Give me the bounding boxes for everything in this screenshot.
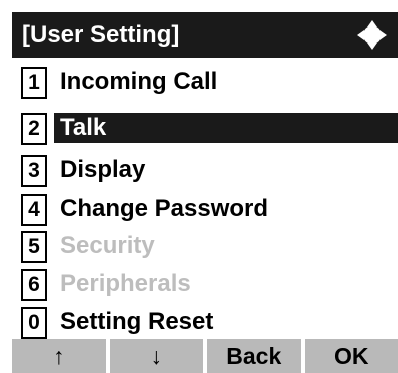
menu-item-label: Security bbox=[60, 232, 155, 259]
menu-item-incoming-call[interactable]: 1 Incoming Call bbox=[12, 64, 398, 100]
menu-item-number: 3 bbox=[21, 155, 47, 187]
menu-item-security: 5 Security bbox=[12, 228, 398, 264]
phone-display: [User Setting] 1 Incoming Call 2 Talk 3 … bbox=[12, 12, 398, 373]
menu-item-number: 2 bbox=[21, 113, 47, 145]
screen-title: [User Setting] bbox=[22, 21, 180, 48]
menu-item-label: Display bbox=[60, 156, 146, 183]
back-softkey[interactable]: Back bbox=[207, 339, 301, 373]
menu-item-display[interactable]: 3 Display bbox=[12, 152, 398, 188]
ok-softkey[interactable]: OK bbox=[304, 339, 398, 373]
softkey-bar: ↑ ↓ Back OK bbox=[12, 339, 398, 373]
menu-item-label: Change Password bbox=[60, 195, 269, 222]
menu-item-number: 6 bbox=[21, 269, 47, 301]
menu-item-setting-reset[interactable]: 0 Setting Reset bbox=[12, 304, 398, 340]
menu-item-label: Setting Reset bbox=[60, 308, 214, 335]
title-bar: [User Setting] bbox=[12, 12, 398, 58]
menu-item-label: Incoming Call bbox=[60, 68, 218, 95]
menu-item-change-password[interactable]: 4 Change Password bbox=[12, 191, 398, 227]
menu-item-number: 1 bbox=[21, 67, 47, 99]
menu-item-number: 5 bbox=[21, 231, 47, 263]
menu-item-label: Talk bbox=[54, 113, 398, 143]
up-arrow-softkey[interactable]: ↑ bbox=[12, 339, 106, 373]
down-arrow-softkey[interactable]: ↓ bbox=[109, 339, 203, 373]
menu-item-number: 0 bbox=[21, 307, 47, 339]
menu-item-peripherals: 6 Peripherals bbox=[12, 266, 398, 302]
four-way-navigation-icon bbox=[356, 19, 388, 51]
menu-item-number: 4 bbox=[21, 194, 47, 226]
menu-item-label: Peripherals bbox=[60, 270, 191, 297]
menu-item-talk[interactable]: 2 Talk bbox=[12, 110, 398, 146]
